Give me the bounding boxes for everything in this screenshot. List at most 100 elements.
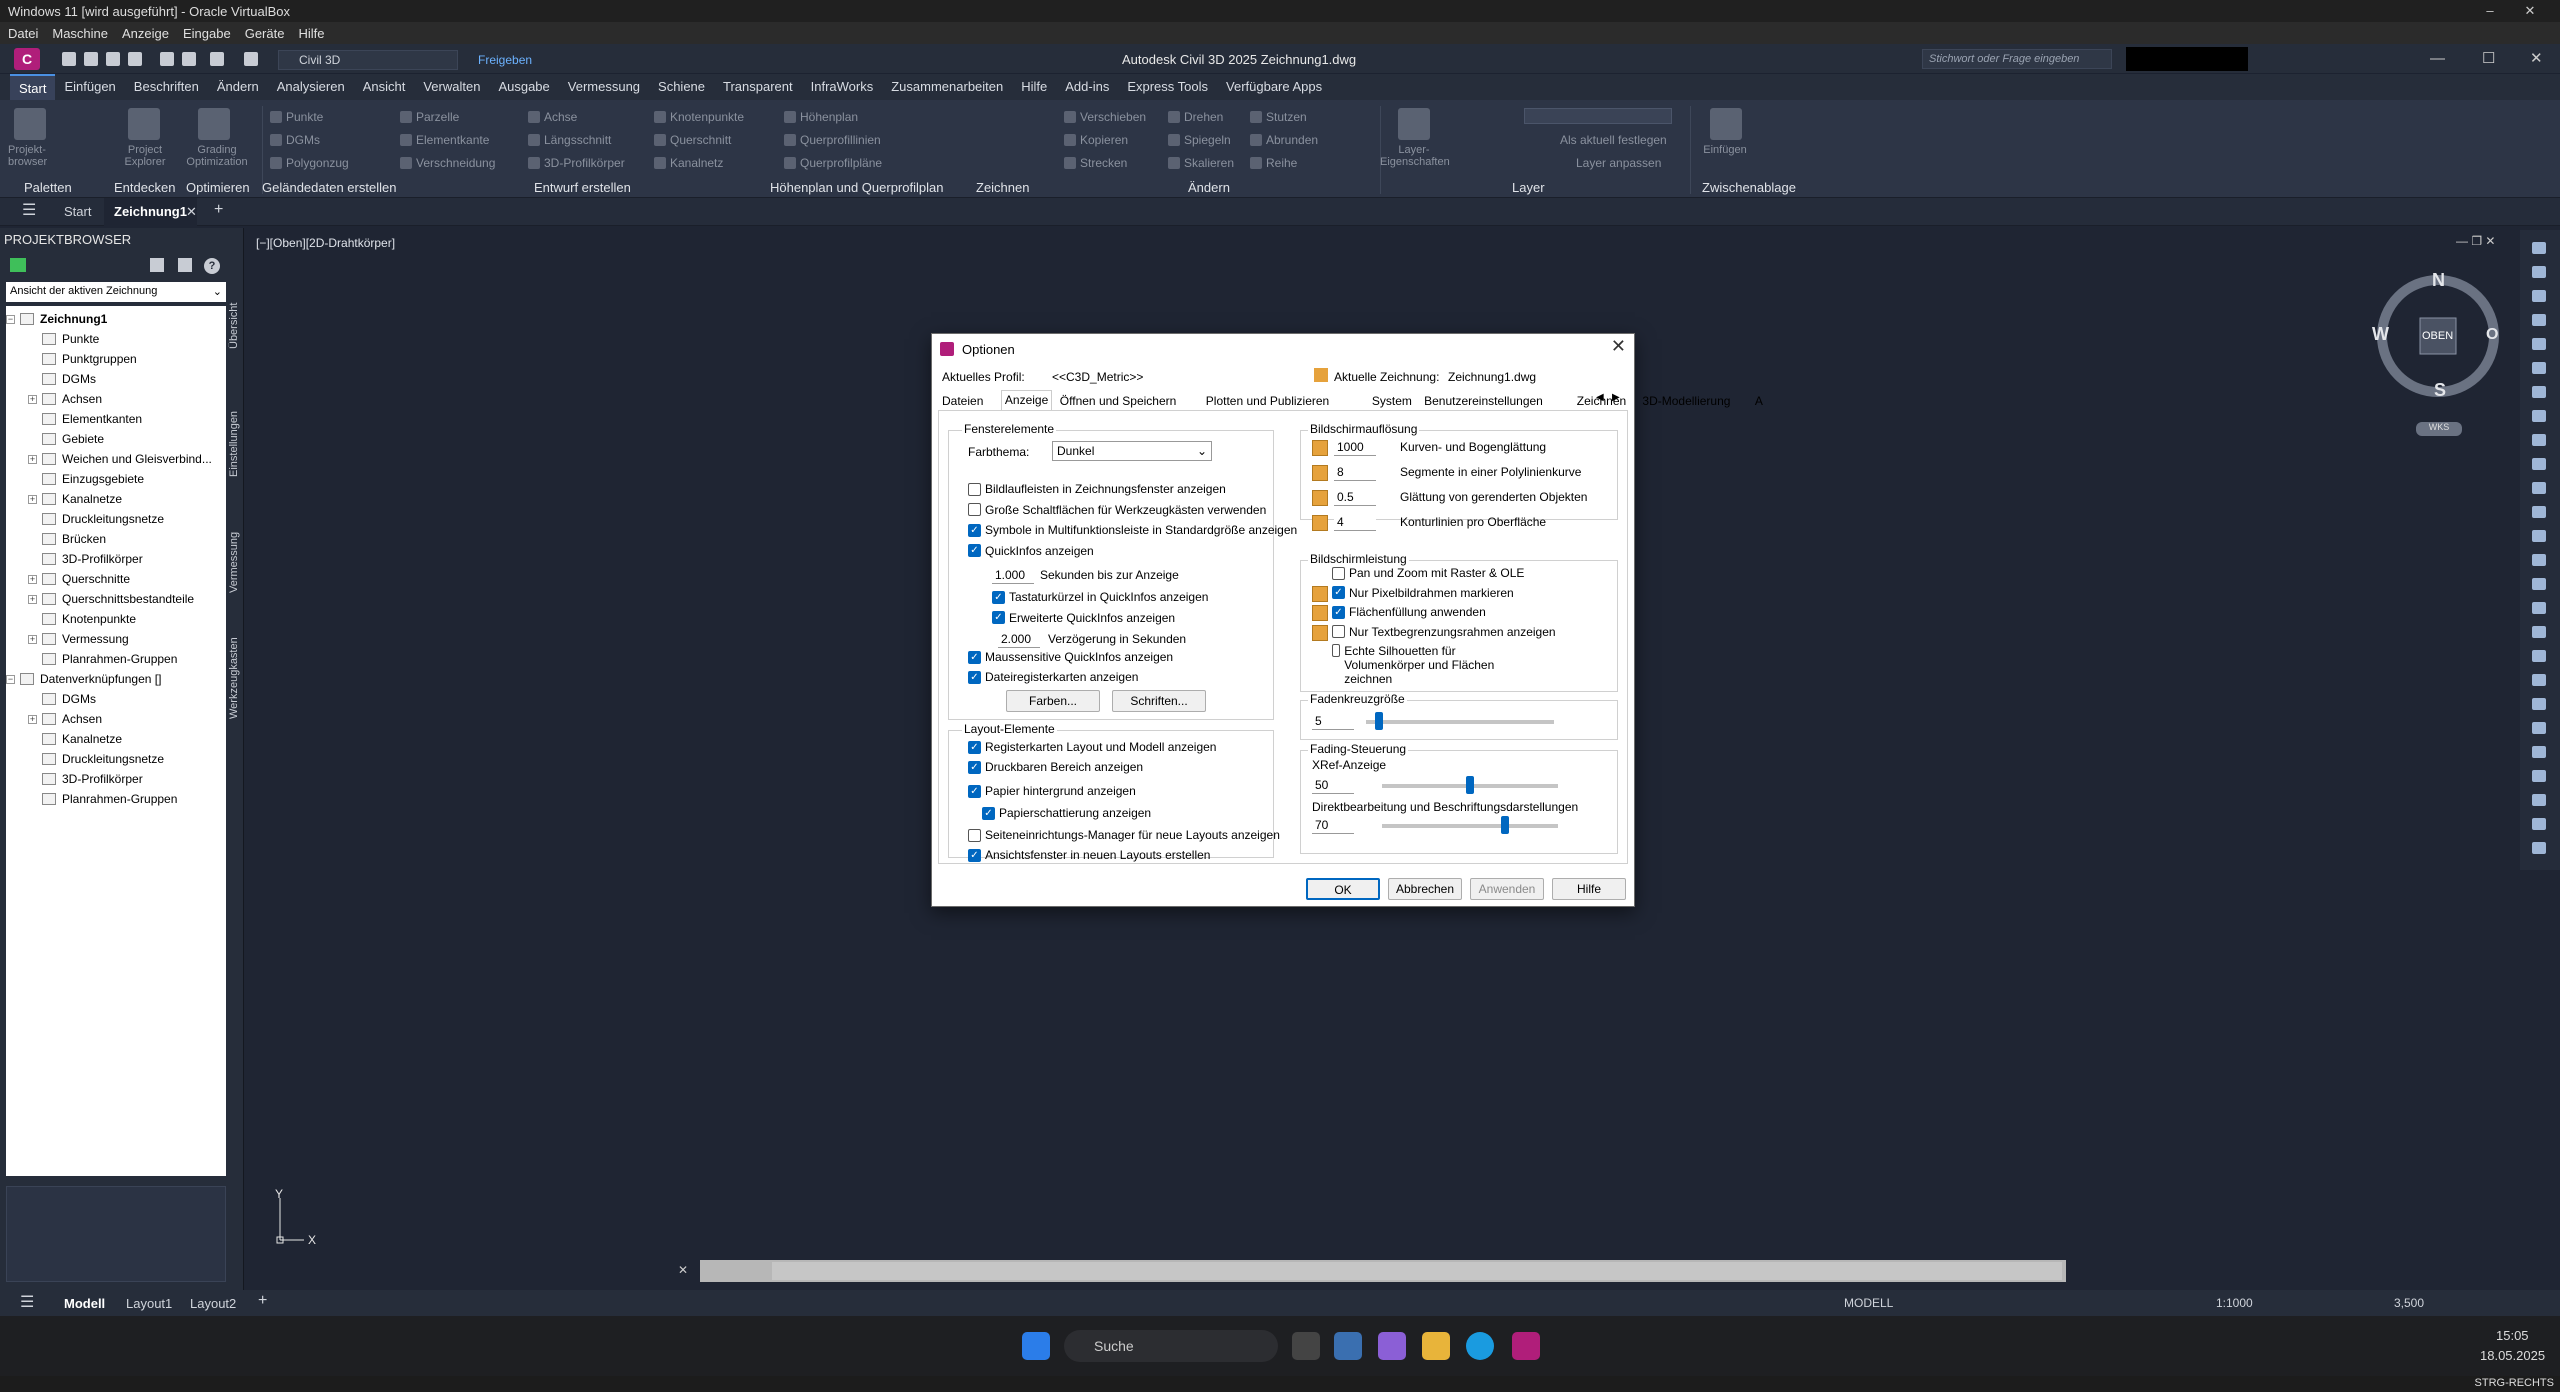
- list-icon[interactable]: [178, 258, 192, 272]
- checkbox[interactable]: ✓ Papier hintergrund anzeigen: [968, 784, 1136, 798]
- tooltip-seconds-input[interactable]: 1.000: [992, 566, 1034, 584]
- checkbox-checked-icon[interactable]: ✓: [968, 650, 981, 664]
- colors-button[interactable]: Farben...: [1006, 690, 1100, 712]
- viewcube[interactable]: N S W O OBEN WKS: [2372, 270, 2502, 436]
- paste-icon[interactable]: [1710, 108, 1742, 140]
- resolution-input[interactable]: 4: [1334, 513, 1376, 531]
- tool-icon[interactable]: [2532, 290, 2546, 302]
- tool-icon[interactable]: [2532, 626, 2546, 638]
- add-layout-icon[interactable]: +: [258, 1292, 267, 1310]
- fonts-button[interactable]: Schriften...: [1112, 690, 1206, 712]
- checkbox-checked-icon[interactable]: ✓: [968, 760, 981, 774]
- ribbon-tool[interactable]: Achse: [528, 110, 577, 124]
- minimize-icon[interactable]: —: [2430, 50, 2445, 67]
- new-icon[interactable]: [62, 52, 76, 66]
- ribbon-panel-label[interactable]: Ändern: [1188, 180, 1230, 195]
- tab-scroll-right-icon[interactable]: ▶: [1612, 392, 1620, 403]
- expand-icon[interactable]: +: [28, 455, 37, 464]
- ribbon-tool[interactable]: Polygonzug: [270, 156, 349, 170]
- resolution-input[interactable]: 1000: [1334, 438, 1376, 456]
- tree-item[interactable]: Gebiete: [42, 430, 104, 448]
- xref-input[interactable]: 50: [1312, 776, 1354, 794]
- command-close-icon[interactable]: ✕: [678, 1263, 688, 1277]
- checkbox-unchecked-icon[interactable]: [1332, 625, 1345, 638]
- vbox-menu-item[interactable]: Anzeige: [122, 26, 169, 41]
- collapse-icon[interactable]: −: [6, 675, 15, 684]
- tab-start[interactable]: Start: [64, 204, 91, 219]
- checkbox-checked-icon[interactable]: ✓: [968, 523, 981, 537]
- ok-button[interactable]: OK: [1306, 878, 1380, 900]
- tree-item[interactable]: 3D-Profilkörper: [42, 550, 143, 568]
- ribbon-tool[interactable]: Drehen: [1168, 110, 1223, 124]
- ribbon-tool[interactable]: Querschnitt: [654, 133, 731, 147]
- dialog-tab[interactable]: Anzeige: [1000, 390, 1053, 410]
- checkbox[interactable]: Nur Textbegrenzungsrahmen anzeigen: [1332, 625, 1556, 639]
- project-browser-icon[interactable]: [14, 108, 46, 140]
- ribbon-panel-label[interactable]: Geländedaten erstellen: [262, 180, 396, 195]
- menu-icon[interactable]: ☰: [22, 200, 36, 220]
- tree-item[interactable]: − Datenverknüpfungen []: [6, 670, 161, 688]
- tool-icon[interactable]: [2532, 458, 2546, 470]
- crosshair-input[interactable]: 5: [1312, 712, 1354, 730]
- print-icon[interactable]: [182, 52, 196, 66]
- tool-icon[interactable]: [2532, 578, 2546, 590]
- ribbon-panel-label[interactable]: Paletten: [24, 180, 72, 195]
- ribbon-tab[interactable]: Ändern: [208, 74, 268, 100]
- inplace-edit-input[interactable]: 70: [1312, 816, 1354, 834]
- ribbon-tab[interactable]: Beschriften: [125, 74, 208, 100]
- tree-item[interactable]: Punkte: [42, 330, 99, 348]
- explorer-icon[interactable]: [1422, 1332, 1450, 1360]
- checkbox-checked-icon[interactable]: ✓: [968, 544, 981, 557]
- dialog-tab[interactable]: 3D-Modellierung: [1642, 394, 1730, 408]
- tree-item[interactable]: Planrahmen-Gruppen: [42, 650, 177, 668]
- tab-close-icon[interactable]: ✕: [186, 204, 197, 220]
- browser-tree[interactable]: − Zeichnung1 Punkte Punktgruppen DGMs + Achsen…: [6, 306, 226, 1176]
- dialog-tab[interactable]: Dateien: [942, 394, 983, 408]
- tab-model[interactable]: Modell: [64, 1296, 105, 1311]
- checkbox-unchecked-icon[interactable]: [968, 482, 981, 496]
- tool-icon[interactable]: [2532, 674, 2546, 686]
- viewport-controls[interactable]: — ❐ ✕: [2456, 234, 2495, 248]
- expand-icon[interactable]: +: [28, 575, 37, 584]
- ribbon-tool[interactable]: Elementkante: [400, 133, 489, 147]
- ribbon-tab[interactable]: Verfügbare Apps: [1217, 74, 1331, 100]
- checkbox[interactable]: ✓ Druckbaren Bereich anzeigen: [968, 760, 1143, 774]
- maximize-icon[interactable]: ☐: [2482, 49, 2495, 67]
- checkbox[interactable]: ✓ Nur Pixelbildrahmen markieren: [1332, 586, 1514, 600]
- checkbox-checked-icon[interactable]: ✓: [982, 806, 995, 820]
- ribbon-tab[interactable]: Express Tools: [1118, 74, 1217, 100]
- checkbox-checked-icon[interactable]: ✓: [992, 611, 1005, 624]
- tool-icon[interactable]: [2532, 650, 2546, 662]
- checkbox[interactable]: Bildlaufleisten in Zeichnungsfenster anz…: [968, 482, 1226, 496]
- ribbon-panel-label[interactable]: Entwurf erstellen: [534, 180, 631, 195]
- color-theme-select[interactable]: Dunkel ⌄: [1052, 441, 1212, 461]
- browser-side-tab[interactable]: Übersicht: [228, 276, 244, 376]
- ribbon-tool[interactable]: Skalieren: [1168, 156, 1234, 170]
- vbox-menu-item[interactable]: Geräte: [245, 26, 285, 41]
- expand-icon[interactable]: +: [28, 635, 37, 644]
- ribbon-tab[interactable]: Verwalten: [414, 74, 489, 100]
- tool-icon[interactable]: [2532, 410, 2546, 422]
- saveas-icon[interactable]: [128, 52, 142, 66]
- browser-view-select[interactable]: Ansicht der aktiven Zeichnung ⌄: [6, 282, 226, 302]
- close-icon[interactable]: ✕: [1611, 336, 1626, 357]
- checkbox[interactable]: Echte Silhouetten für Volumenkörper und …: [1332, 644, 1522, 686]
- menu-icon[interactable]: ☰: [20, 1292, 34, 1312]
- tree-item[interactable]: Kanalnetze: [42, 730, 122, 748]
- compass-n[interactable]: N: [2432, 270, 2445, 291]
- copilot-icon[interactable]: [1378, 1332, 1406, 1360]
- tree-item[interactable]: Brücken: [42, 530, 106, 548]
- tool-icon[interactable]: [2532, 482, 2546, 494]
- tool-icon[interactable]: [2532, 506, 2546, 518]
- close-icon[interactable]: ✕: [2530, 49, 2543, 67]
- ribbon-tool[interactable]: Kopieren: [1064, 133, 1128, 147]
- tool-icon[interactable]: [2532, 434, 2546, 446]
- help-icon[interactable]: ?: [204, 258, 220, 274]
- tool-icon[interactable]: [2532, 338, 2546, 350]
- checkbox[interactable]: Große Schaltflächen für Werkzeugkästen v…: [968, 503, 1266, 517]
- checkbox[interactable]: ✓ Papierschattierung anzeigen: [982, 806, 1151, 820]
- dialog-tab[interactable]: Plotten und Publizieren: [1206, 394, 1329, 408]
- ribbon-panel-label[interactable]: Zeichnen: [976, 180, 1029, 195]
- checkbox-checked-icon[interactable]: ✓: [968, 740, 981, 754]
- ribbon-tool[interactable]: Höhenplan: [784, 110, 858, 124]
